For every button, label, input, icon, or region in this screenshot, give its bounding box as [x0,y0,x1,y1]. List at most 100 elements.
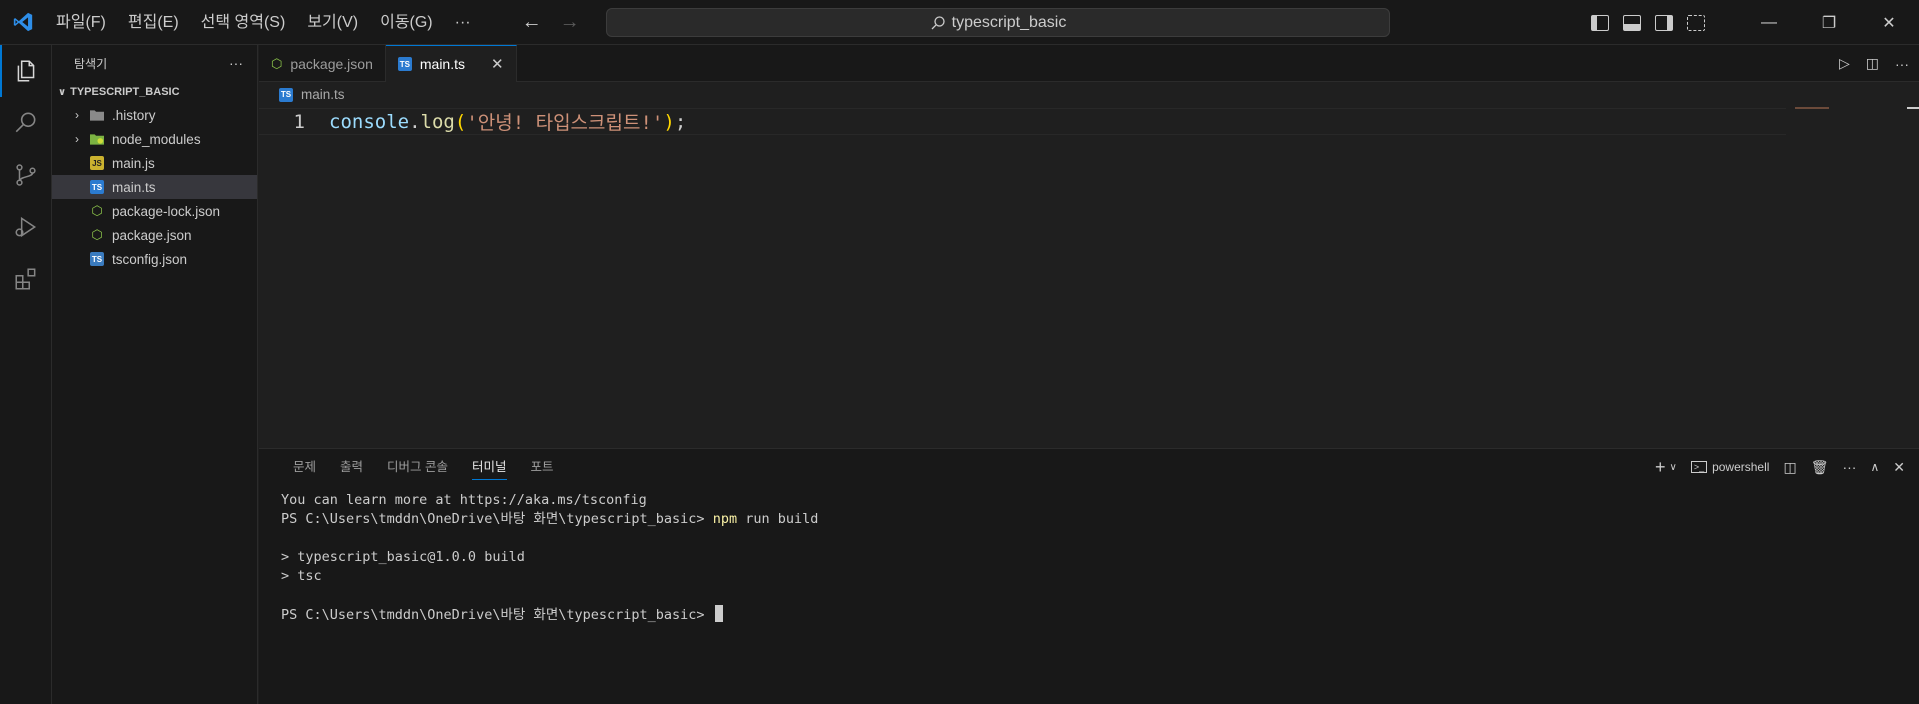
toggle-secondary-sidebar-icon[interactable] [1655,14,1673,31]
tsconfig-icon: TS [90,252,104,266]
back-arrow-icon[interactable]: ← [522,11,542,34]
tree-item-label: .history [112,107,156,123]
code-token-open-paren: ( [454,110,467,133]
bottom-panel: 문제 출력 디버그 콘솔 터미널 포트 + ∨ >_ powershell ◫ … [259,448,1919,704]
chevron-down-icon[interactable]: ∨ [1669,462,1676,473]
terminal-output[interactable]: You can learn more at https://aka.ms/tsc… [281,491,818,625]
terminal-command-args: run build [737,511,819,527]
shell-name: powershell [1712,460,1770,474]
close-icon[interactable]: ✕ [491,55,504,73]
source-control-icon[interactable] [0,149,52,201]
tree-item-tsconfig-json[interactable]: TS tsconfig.json [52,247,257,271]
tab-debug-console[interactable]: 디버그 콘솔 [375,449,460,485]
split-terminal-icon[interactable]: ◫ [1783,459,1796,476]
code-token-string: '안녕! 타입스크립트!' [466,112,664,134]
workspace-root-folder[interactable]: ∨ TYPESCRIPT_BASIC [52,81,257,103]
code-token-dot: . [409,110,421,133]
forward-arrow-icon[interactable]: → [560,11,580,34]
explorer-icon[interactable] [0,45,52,97]
explorer-sidebar: 탐색기 ··· ∨ TYPESCRIPT_BASIC › .history › … [52,45,258,704]
tree-item-package-lock-json[interactable]: ⬡ package-lock.json [52,199,257,223]
node-json-icon: ⬡ [91,227,103,242]
extensions-icon[interactable] [0,253,52,305]
run-debug-icon[interactable] [0,201,52,253]
tab-problems[interactable]: 문제 [281,449,328,485]
tree-item-label: package-lock.json [112,203,221,219]
command-center-search[interactable]: typescript_basic [606,8,1390,37]
tree-item-label: main.js [112,155,155,171]
menu-file[interactable]: 파일(F) [45,0,117,45]
maximize-panel-icon[interactable]: ∧ [1870,460,1879,474]
restore-icon[interactable]: ❐ [1799,0,1859,45]
code-token-function: log [420,110,455,133]
more-actions-icon[interactable]: ··· [229,55,243,71]
search-view-icon[interactable] [0,97,52,149]
terminal-line: > tsc [281,568,322,584]
node-json-icon: ⬡ [271,55,283,71]
terminal-line: You can learn more at https://aka.ms/tsc… [281,492,647,508]
menu-edit[interactable]: 편집(E) [117,0,190,45]
code-token-close-paren: ) [663,110,675,133]
terminal-icon: >_ [1690,461,1708,473]
tab-label: main.ts [419,56,465,72]
tree-item-main-js[interactable]: JS main.js [52,151,257,175]
chevron-down-icon: ∨ [58,86,67,98]
tab-main-ts[interactable]: TS main.ts ✕ [385,45,517,82]
terminal-command: npm [712,511,738,527]
tree-item-label: node_modules [112,131,201,147]
breadcrumb[interactable]: TS main.ts [259,82,345,107]
folder-icon [90,108,104,122]
menu-bar: 파일(F) 편집(E) 선택 영역(S) 보기(V) 이동(G) ··· [45,0,482,45]
tree-item-main-ts[interactable]: TS main.ts [52,175,257,199]
tab-output[interactable]: 출력 [328,449,375,485]
code-token-object: console [329,110,410,133]
tree-item-package-json[interactable]: ⬡ package.json [52,223,257,247]
menu-selection[interactable]: 선택 영역(S) [190,0,297,45]
more-actions-icon[interactable]: ··· [1895,56,1909,72]
terminal-cursor [714,605,723,622]
terminal-prompt: PS C:\Users\tmddn\OneDrive\바탕 화면\typescr… [281,511,713,527]
line-number: 1 [293,110,305,133]
tab-package-json[interactable]: ⬡ package.json [259,45,386,82]
editor-tabs: ⬡ package.json TS main.ts ✕ ▷ ◫ ··· [259,45,1919,82]
trash-icon[interactable]: 🗑 [1811,459,1829,476]
menu-view[interactable]: 보기(V) [296,0,369,45]
menu-go[interactable]: 이동(G) [369,0,444,45]
menu-more[interactable]: ··· [444,0,482,45]
search-icon [931,15,945,29]
close-window-icon[interactable]: ✕ [1859,0,1919,45]
tab-label: package.json [290,55,373,72]
run-icon[interactable]: ▷ [1839,55,1850,72]
minimap[interactable] [1795,107,1829,109]
customize-layout-icon[interactable] [1687,14,1705,31]
toggle-panel-icon[interactable] [1623,14,1641,31]
tree-item-node-modules[interactable]: › node_modules [52,127,257,151]
tree-item-history[interactable]: › .history [52,103,257,127]
terminal-line: > typescript_basic@1.0.0 build [281,549,525,565]
node-folder-icon [90,132,104,146]
tab-terminal[interactable]: 터미널 [460,449,519,485]
chevron-right-icon: › [75,132,79,146]
tab-ports[interactable]: 포트 [519,449,566,485]
search-text: typescript_basic [951,13,1067,31]
close-panel-icon[interactable]: ✕ [1893,459,1905,476]
terminal-prompt: PS C:\Users\tmddn\OneDrive\바탕 화면\typescr… [281,607,713,623]
new-terminal-icon[interactable]: + [1655,457,1666,478]
breadcrumb-file: main.ts [301,87,345,102]
tree-item-label: tsconfig.json [112,251,188,267]
scrollbar-marker[interactable] [1907,107,1919,109]
activity-bar [0,45,52,704]
title-bar: 파일(F) 편집(E) 선택 영역(S) 보기(V) 이동(G) ··· ← →… [0,0,1919,45]
split-editor-icon[interactable]: ◫ [1866,55,1879,72]
tree-item-label: main.ts [112,179,156,195]
code-line[interactable]: 1 console. log('안녕! 타입스크립트!'); [259,108,1786,135]
terminal-shell-selector[interactable]: >_ powershell [1690,460,1770,474]
js-file-icon: JS [90,156,104,170]
ts-file-icon: TS [90,180,104,194]
more-actions-icon[interactable]: ··· [1842,459,1856,475]
chevron-right-icon: › [75,108,79,122]
sidebar-title: 탐색기 [74,56,108,71]
toggle-primary-sidebar-icon[interactable] [1591,14,1609,31]
ts-file-icon: TS [397,57,412,71]
minimize-icon[interactable]: — [1739,0,1799,45]
